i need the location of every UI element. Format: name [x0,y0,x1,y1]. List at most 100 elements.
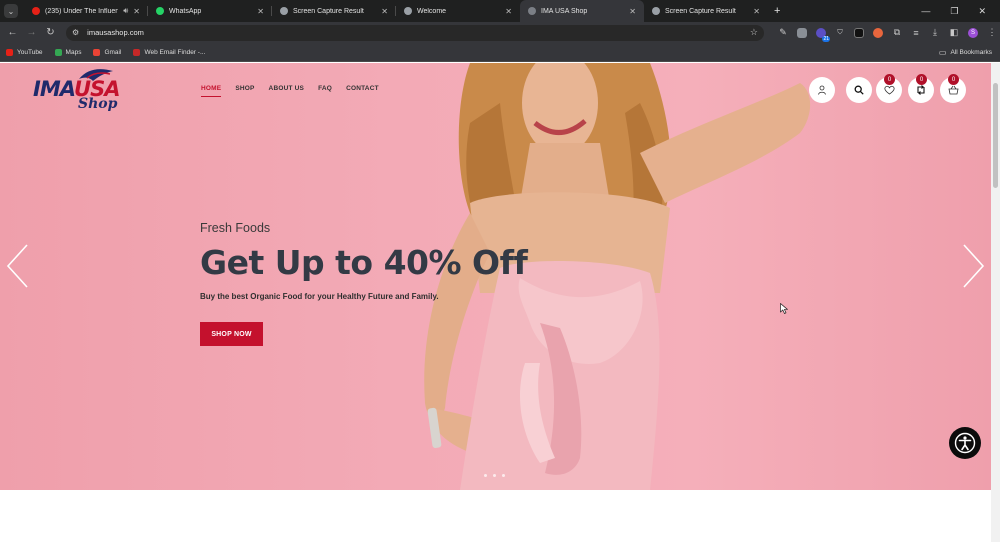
compare-button[interactable]: 0 [908,74,934,103]
tab-title: (235) Under The Influence [45,7,119,15]
slider-next-arrow-icon[interactable] [960,243,986,289]
bookmark-label: Web Email Finder -... [144,48,206,56]
youtube-icon [32,7,40,15]
compare-count-badge: 0 [916,74,927,85]
web-email-finder-icon [133,48,141,56]
user-icon [818,85,826,95]
bookmark-gmail[interactable]: Gmail [93,48,122,56]
gmail-icon [93,48,101,56]
account-button[interactable] [809,77,835,103]
back-icon[interactable]: ← [3,27,22,38]
bookmark-maps[interactable]: Maps [54,48,82,56]
forward-icon[interactable]: → [22,27,41,38]
slider-pagination [484,474,505,477]
slide-dot[interactable] [493,474,496,477]
close-window-icon[interactable]: ✕ [978,6,986,17]
bookmark-label: YouTube [17,48,43,56]
browser-tab-strip: ⌄ (235) Under The Influence 🔊︎ ✕ WhatsAp… [0,0,1000,22]
address-bar[interactable]: ⚙ imausashop.com ☆ [66,24,764,41]
nav-faq[interactable]: FAQ [318,85,332,97]
hero-subline: Buy the best Organic Food for your Healt… [200,292,439,301]
url-text: imausashop.com [87,28,144,37]
slide-dot[interactable] [502,474,505,477]
shop-now-button[interactable]: SHOP NOW [200,322,263,346]
whatsapp-icon [156,7,164,15]
new-tab-button[interactable]: + [774,5,780,17]
reload-icon[interactable]: ↻ [41,27,60,38]
tab-screen-capture-2[interactable]: Screen Capture Result ✕ [644,0,768,22]
loading-icon [528,7,536,15]
accessibility-icon [954,432,976,454]
cart-count-badge: 0 [948,74,959,85]
site-logo[interactable]: IMAUSA Shop [33,67,163,119]
tab-title: Screen Capture Result [293,7,364,15]
restore-icon[interactable]: ❐ [950,6,958,17]
shield-icon[interactable]: ⛉ [835,28,845,38]
maps-icon [54,48,62,56]
site-info-icon[interactable]: ⚙ [72,28,79,37]
heart-icon [883,85,895,95]
page-scrollbar[interactable] [991,63,1000,542]
wishlist-button[interactable]: 0 [876,74,902,103]
close-tab-icon[interactable]: ✕ [381,7,388,16]
accessibility-button[interactable] [949,427,981,459]
slide-dot[interactable] [484,474,487,477]
nav-home[interactable]: HOME [201,85,222,97]
hero-slider: IMAUSA Shop HOME SHOP ABOUT US FAQ CONTA… [0,63,991,490]
tab-ima-usa-shop[interactable]: IMA USA Shop ✕ [520,0,644,22]
bookmark-label: Maps [65,48,82,56]
tab-welcome[interactable]: Welcome ✕ [396,0,520,22]
download-icon[interactable]: ⤓ [930,27,940,38]
speaker-icon[interactable]: 🔊︎ [123,6,128,16]
orange-extension-icon[interactable] [873,27,883,38]
close-tab-icon[interactable]: ✕ [133,7,140,16]
nav-about-us[interactable]: ABOUT US [269,85,305,97]
web-page: IMAUSA Shop HOME SHOP ABOUT US FAQ CONTA… [0,63,991,542]
bookmark-web-email-finder[interactable]: Web Email Finder -... [133,48,206,56]
scrollbar-thumb[interactable] [993,83,998,188]
logo-text-shop: Shop [78,96,118,112]
compare-arrows-icon [917,85,925,95]
tab-youtube[interactable]: (235) Under The Influence 🔊︎ ✕ [24,0,148,22]
main-navigation: HOME SHOP ABOUT US FAQ CONTACT [201,85,379,97]
tab-search-button[interactable]: ⌄ [4,4,18,18]
bookmark-youtube[interactable]: YouTube [6,48,43,56]
browser-toolbar: ← → ↻ ⚙ imausashop.com ☆ ✎ 21 ⛉ ⧉ ≡ ⤓ ◧ … [0,22,1000,43]
nav-contact[interactable]: CONTACT [346,85,379,97]
tab-whatsapp[interactable]: WhatsApp ✕ [148,0,272,22]
profile-avatar[interactable]: S [968,27,978,38]
slider-prev-arrow-icon[interactable] [5,243,31,289]
camera-icon [404,7,412,15]
hero-headline: Get Up to 40% Off [200,243,528,282]
search-button[interactable] [846,77,872,103]
tab-title: WhatsApp [169,7,202,15]
bookmark-star-icon[interactable]: ☆ [750,27,758,38]
hero-kicker: Fresh Foods [200,221,271,235]
eyedropper-icon[interactable]: ✎ [778,27,788,38]
close-tab-icon[interactable]: ✕ [505,7,512,16]
camera-icon [280,7,288,15]
media-queue-icon[interactable]: ≡ [911,28,921,38]
close-tab-icon[interactable]: ✕ [753,7,760,16]
nav-shop[interactable]: SHOP [235,85,254,97]
camera-extension-icon[interactable] [797,27,807,38]
bookmarks-bar: YouTube Maps Gmail Web Email Finder -...… [0,43,1000,62]
puzzle-icon[interactable]: ⧉ [892,27,902,38]
search-icon [854,85,864,95]
bookmark-label: Gmail [104,48,122,56]
folder-icon: ▭ [938,47,947,57]
close-tab-icon[interactable]: ✕ [257,7,264,16]
tab-title: IMA USA Shop [541,7,588,15]
tab-screen-capture-1[interactable]: Screen Capture Result ✕ [272,0,396,22]
mouse-cursor-icon [780,303,788,314]
extension-badge-icon[interactable]: 21 [816,27,830,42]
youtube-icon [6,48,13,56]
close-tab-icon[interactable]: ✕ [629,7,636,16]
kebab-menu-icon[interactable]: ⋮ [987,27,997,38]
all-bookmarks[interactable]: ▭ All Bookmarks [939,48,992,57]
minimize-icon[interactable]: — [921,6,930,17]
logo-text-ima: IMA [33,77,75,101]
dark-extension-icon[interactable] [854,27,864,38]
cart-button[interactable]: 0 [940,74,966,103]
side-panel-icon[interactable]: ◧ [949,27,959,38]
